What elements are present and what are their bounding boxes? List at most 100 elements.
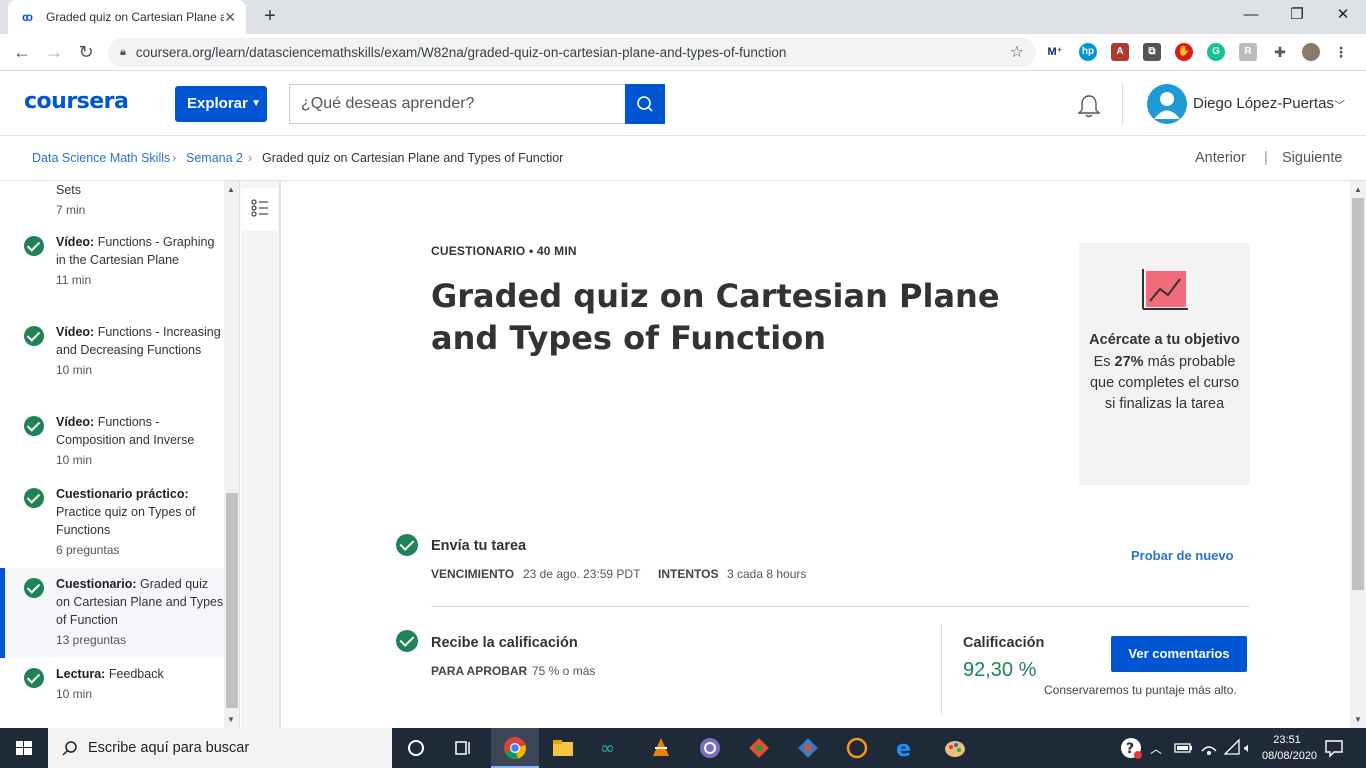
breadcrumb-course[interactable]: Data Science Math Skills [32, 151, 170, 165]
url-field[interactable]: 🔒︎ coursera.org/learn/datasciencemathski… [108, 38, 1036, 67]
site-header: coursera Explorar ▼ ¿Qué deseas aprender… [0, 71, 1366, 136]
battery-icon[interactable] [1172, 736, 1196, 760]
page-scrollbar[interactable]: ▲ ▼ [1350, 181, 1366, 728]
outline-toggle-button[interactable] [242, 188, 278, 230]
browser-menu-icon[interactable]: ⋮ [1332, 43, 1350, 61]
pdf-extension-icon[interactable]: A [1111, 43, 1129, 61]
view-feedback-button[interactable]: Ver comentarios [1111, 636, 1247, 672]
browser-tab[interactable]: co Graded quiz on Cartesian Plane and Ty… [8, 0, 246, 34]
reload-button[interactable]: ↻ [74, 40, 98, 64]
paint-icon[interactable] [943, 736, 967, 760]
sidebar-item-type: Vídeo: [56, 415, 95, 429]
sidebar-scrollbar[interactable]: ▲ ▼ [224, 181, 239, 728]
scroll-up-icon[interactable]: ▲ [1354, 185, 1362, 194]
scroll-down-icon[interactable]: ▼ [1354, 715, 1362, 724]
taskbar-search-input[interactable]: Escribe aquí para buscar [48, 728, 392, 768]
show-hidden-icons-icon[interactable]: ︿ [1150, 740, 1174, 764]
edge-icon[interactable]: e [894, 736, 918, 762]
help-notification-icon[interactable]: ? [1119, 736, 1143, 760]
grammarly-extension-icon[interactable]: G [1207, 43, 1225, 61]
chrome-taskbar-button[interactable] [491, 728, 539, 768]
svg-text:?: ? [1126, 741, 1134, 757]
submit-step-title: Envía tu tarea [431, 538, 527, 554]
explore-button[interactable]: Explorar ▼ [175, 86, 267, 122]
git-app-icon[interactable] [747, 736, 771, 760]
sidebar-item-type: Vídeo: [56, 235, 95, 249]
hp-extension-icon[interactable]: hp [1079, 43, 1097, 61]
profile-avatar-icon[interactable] [1302, 43, 1320, 61]
breadcrumb: Data Science Math Skills › Semana 2 › Gr… [0, 137, 1366, 181]
maximize-button[interactable]: ❐ [1274, 0, 1320, 30]
close-window-button[interactable]: ✕ [1320, 0, 1366, 30]
scroll-up-icon[interactable]: ▲ [227, 185, 235, 194]
sidebar-item[interactable]: Vídeo: Functions - Graphing in the Carte… [0, 233, 224, 289]
sidebar-item-type: Lectura: [56, 667, 106, 681]
sidebar-scroll-thumb[interactable] [226, 493, 238, 708]
file-explorer-icon[interactable] [551, 736, 575, 760]
scroll-down-icon[interactable]: ▼ [227, 715, 235, 724]
completed-check-icon [396, 534, 418, 556]
windows-taskbar: Escribe aquí para buscar ∞ e ? ︿ 🔈︎ 23:5… [0, 728, 1366, 768]
sidebar-item[interactable]: Cuestionario práctico: Practice quiz on … [0, 485, 224, 559]
vlc-icon[interactable] [649, 736, 673, 760]
sidebar-item[interactable]: Lectura: Feedback 10 min [0, 665, 224, 703]
svg-text:e: e [896, 737, 911, 760]
sidebar-item-meta: 6 preguntas [56, 543, 120, 557]
previous-link[interactable]: Anterior [1195, 150, 1246, 166]
adblock-extension-icon[interactable]: ✋ [1175, 43, 1193, 61]
action-center-icon[interactable] [1322, 736, 1346, 760]
bookmark-star-icon[interactable]: ☆ [1010, 42, 1024, 62]
wifi-icon[interactable] [1221, 736, 1245, 760]
user-avatar[interactable] [1147, 84, 1187, 124]
forward-button[interactable]: → [42, 40, 66, 64]
task-view-icon[interactable] [452, 736, 476, 760]
pass-label: PARA APROBAR [431, 664, 528, 678]
username[interactable]: Diego López-Puertas [1193, 95, 1334, 112]
chrome-icon [504, 737, 527, 760]
taskbar-clock[interactable]: 23:51 08/08/2020 [1262, 732, 1317, 764]
reader-extension-icon[interactable]: R [1239, 43, 1257, 61]
git-gui-icon[interactable] [796, 736, 820, 760]
start-button[interactable] [0, 728, 48, 768]
cortana-icon[interactable] [404, 736, 428, 760]
breadcrumb-week[interactable]: Semana 2 [186, 151, 243, 165]
lock-icon: 🔒︎ [120, 46, 126, 58]
due-label: VENCIMIENTO [431, 567, 515, 581]
sidebar-item[interactable]: Vídeo: Functions - Increasing and Decrea… [0, 323, 224, 379]
minimize-button[interactable]: — [1228, 0, 1274, 30]
user-silhouette-icon [1154, 92, 1180, 119]
retry-button[interactable]: Probar de nuevo [1131, 548, 1234, 563]
attempts-label: INTENTOS [658, 567, 719, 581]
close-tab-icon[interactable]: ✕ [224, 9, 236, 26]
movistar-extension-icon[interactable]: M⁺ [1046, 43, 1064, 61]
tab-title: Graded quiz on Cartesian Plane and Types… [46, 10, 224, 24]
arduino-icon[interactable]: ∞ [600, 736, 624, 760]
attempts-value: 3 cada 8 hours [727, 567, 807, 581]
notifications-bell-icon[interactable] [1076, 93, 1102, 119]
sidebar-item-title: Sets [56, 183, 82, 197]
back-button[interactable]: ← [10, 40, 34, 64]
coursera-logo[interactable]: coursera [24, 89, 129, 114]
goal-percentage: 27% [1114, 354, 1144, 370]
clock-time: 23:51 [1273, 734, 1301, 746]
completed-check-icon [24, 578, 44, 598]
sidebar-item[interactable]: Vídeo: Functions - Composition and Inver… [0, 413, 224, 469]
sidebar-item-type: Cuestionario práctico: [56, 487, 189, 501]
new-tab-button[interactable]: + [258, 4, 282, 28]
sidebar-item-meta: 10 min [56, 363, 93, 377]
list-icon [251, 199, 268, 217]
sidebar-item[interactable]: Sets 7 min [0, 181, 224, 219]
eclipse-icon[interactable] [845, 736, 869, 760]
quiz-kicker: CUESTIONARIO • 40 MIN [431, 244, 577, 258]
media-app-icon[interactable] [698, 736, 722, 760]
header-divider [1122, 83, 1123, 125]
search-button[interactable] [625, 84, 665, 124]
page-scroll-thumb[interactable] [1352, 198, 1364, 590]
chevron-right-icon: › [172, 151, 177, 165]
network-icon[interactable] [1197, 736, 1221, 760]
next-link[interactable]: Siguiente [1282, 150, 1342, 166]
chevron-down-icon[interactable]: ﹀ [1334, 97, 1345, 113]
extensions-puzzle-icon[interactable]: ✚ [1271, 43, 1289, 61]
screenshot-extension-icon[interactable]: ⧉ [1143, 43, 1161, 61]
search-input[interactable]: ¿Qué deseas aprender? [289, 84, 625, 124]
